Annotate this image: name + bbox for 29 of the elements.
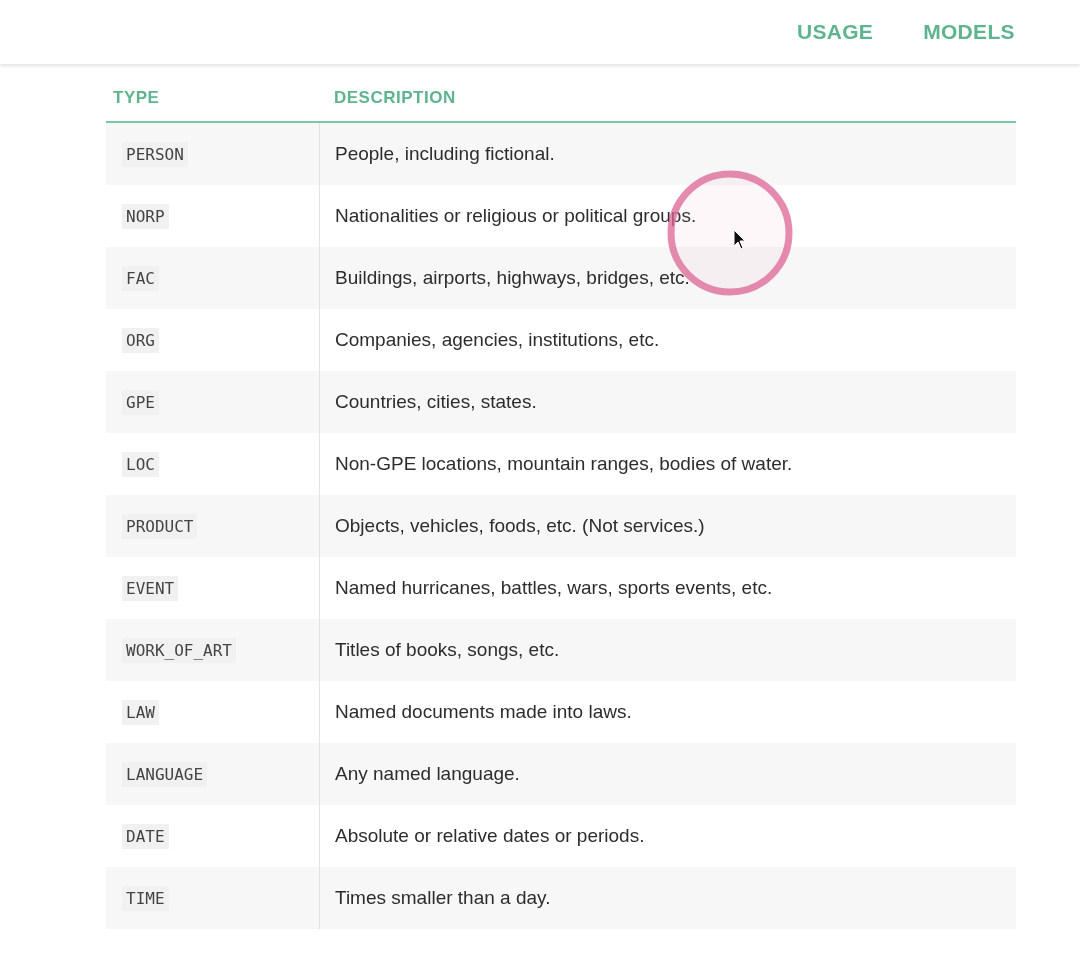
type-description: Countries, cities, states. [335, 391, 537, 413]
entity-type: TIME [122, 885, 169, 911]
entity-type: LANGUAGE [122, 761, 208, 787]
type-description: Objects, vehicles, foods, etc. (Not services.) [335, 515, 705, 537]
type-description: Non-GPE locations, mountain ranges, bodies of water. [335, 453, 793, 475]
type-description: Titles of books, songs, etc. [335, 639, 560, 661]
type-description: Companies, agencies, institutions, etc. [335, 329, 660, 351]
entity-type: LAW [122, 699, 159, 725]
type-description: People, including fictional. [335, 143, 555, 165]
column-header: TYPE [112, 87, 161, 108]
entity-type: DATE [122, 823, 169, 849]
column-header: DESCRIPTION [333, 87, 457, 108]
type-description: Any named language. [335, 763, 520, 785]
nav-link[interactable]: MODELS [923, 20, 1015, 44]
nav-link[interactable]: USAGE [797, 20, 874, 44]
entity-type: WORK_OF_ART [122, 637, 236, 663]
entity-type: ORG [122, 327, 159, 353]
type-description: Named hurricanes, battles, wars, sports events, etc. [335, 577, 773, 599]
type-description: Absolute or relative dates or periods. [335, 825, 645, 847]
entity-type: GPE [122, 389, 159, 415]
type-description: Named documents made into laws. [335, 701, 632, 723]
entity-type: PERSON [122, 141, 188, 167]
entity-type: LOC [122, 451, 159, 477]
entity-type: NORP [122, 203, 169, 229]
entity-type: PRODUCT [122, 513, 198, 539]
entity-type: FAC [122, 265, 159, 291]
entity-type: EVENT [122, 575, 179, 601]
type-description: Buildings, airports, highways, bridges, etc. [335, 267, 690, 289]
type-description: Times smaller than a day. [335, 887, 551, 909]
